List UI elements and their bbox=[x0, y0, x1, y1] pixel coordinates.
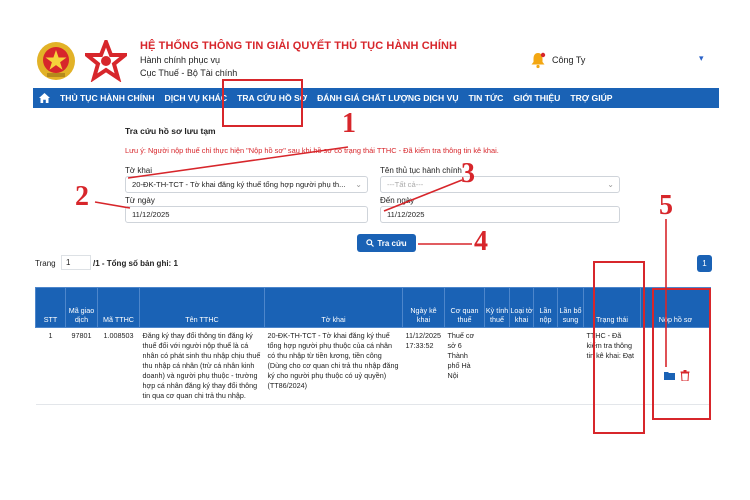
tokhai-value: 20-ĐK-TH-TCT - Tờ khai đăng ký thuế tổng… bbox=[132, 180, 346, 189]
search-button[interactable]: Tra cứu bbox=[357, 234, 416, 252]
system-agency: Cục Thuế - Bộ Tài chính bbox=[140, 68, 238, 78]
cell-to-khai: 20-ĐK-TH-TCT - Tờ khai đăng ký thuế tổng… bbox=[264, 327, 403, 405]
search-icon bbox=[366, 239, 375, 247]
to-date-value: 11/12/2025 bbox=[387, 210, 425, 219]
cell-stt: 1 bbox=[35, 327, 66, 405]
cell-co-quan: Thuế cơ sở 6 Thành phố Hà Nội bbox=[444, 327, 485, 405]
form-title: Tra cứu hồ sơ lưu tạm bbox=[125, 126, 216, 136]
from-date-value: 11/12/2025 bbox=[132, 210, 170, 219]
cell-ky-tinh bbox=[484, 327, 510, 405]
col-lan-nop: Lần nộp bbox=[533, 287, 558, 328]
tthc-select[interactable]: ---Tất cả--- ⌄ bbox=[380, 176, 620, 193]
cell-loai bbox=[509, 327, 534, 405]
annotation-number-3: 3 bbox=[461, 158, 475, 189]
tokhai-label: Tờ khai bbox=[125, 166, 153, 175]
col-loai-to-khai: Loại tờ khai bbox=[509, 287, 534, 328]
callout-box-nav bbox=[222, 79, 303, 127]
to-date-label: Đến ngày bbox=[380, 196, 415, 205]
from-date-input[interactable]: 11/12/2025 bbox=[125, 206, 368, 223]
home-icon[interactable] bbox=[33, 88, 55, 108]
search-button-label: Tra cứu bbox=[377, 238, 407, 248]
page-number-input[interactable]: 1 bbox=[61, 255, 91, 270]
bell-icon[interactable] bbox=[529, 51, 547, 69]
cell-ma-gd: 97801 bbox=[65, 327, 98, 405]
cell-lan-bs bbox=[557, 327, 584, 405]
user-menu-caret-icon[interactable]: ▾ bbox=[699, 53, 704, 64]
annotation-number-4: 4 bbox=[474, 226, 488, 257]
nav-danh-gia-chat-luong[interactable]: ĐÁNH GIÁ CHẤT LƯỢNG DỊCH VỤ bbox=[312, 88, 463, 108]
user-name[interactable]: Công Ty bbox=[552, 55, 585, 65]
from-date-label: Từ ngày bbox=[125, 196, 155, 205]
system-subtitle: Hành chính phục vụ bbox=[140, 55, 221, 65]
col-stt: STT bbox=[35, 287, 66, 328]
col-to-khai: Tờ khai bbox=[264, 287, 403, 328]
col-ma-giao-dich: Mã giao dịch bbox=[65, 287, 98, 328]
national-emblem-icon bbox=[37, 42, 75, 80]
col-ngay-ke-khai: Ngày kê khai bbox=[402, 287, 445, 328]
col-co-quan-thue: Cơ quan thuế bbox=[444, 287, 485, 328]
tokhai-select[interactable]: 20-ĐK-TH-TCT - Tờ khai đăng ký thuế tổng… bbox=[125, 176, 368, 193]
col-ten-tthc: Tên TTHC bbox=[139, 287, 265, 328]
callout-box-status bbox=[593, 261, 645, 434]
to-date-input[interactable]: 11/12/2025 bbox=[380, 206, 620, 223]
page-badge[interactable]: 1 bbox=[697, 255, 712, 272]
cell-ngay: 11/12/2025 17:33:52 bbox=[402, 327, 445, 405]
callout-box-submit bbox=[652, 288, 711, 420]
annotation-number-5: 5 bbox=[659, 190, 673, 221]
tthc-label: Tên thủ tục hành chính bbox=[380, 166, 462, 175]
col-lan-bo-sung: Lần bổ sung bbox=[557, 287, 584, 328]
system-title: HỆ THỐNG THÔNG TIN GIẢI QUYẾT THỦ TỤC HÀ… bbox=[140, 40, 458, 52]
chevron-down-icon: ⌄ bbox=[607, 180, 614, 189]
col-ky-tinh-thue: Kỳ tính thuế bbox=[484, 287, 510, 328]
annotation-number-2: 2 bbox=[75, 181, 89, 212]
tax-logo-icon bbox=[85, 40, 127, 82]
nav-gioi-thieu[interactable]: GIỚI THIỆU bbox=[508, 88, 565, 108]
cell-ma-tthc: 1.008503 bbox=[97, 327, 140, 405]
warning-note: Lưu ý: Người nộp thuế chỉ thực hiện "Nộp… bbox=[125, 146, 499, 155]
nav-tin-tuc[interactable]: TIN TỨC bbox=[464, 88, 509, 108]
nav-thu-tuc-hanh-chinh[interactable]: THỦ TỤC HÀNH CHÍNH bbox=[55, 88, 160, 108]
tthc-placeholder: ---Tất cả--- bbox=[387, 180, 424, 189]
nav-tro-giup[interactable]: TRỢ GIÚP bbox=[565, 88, 617, 108]
pager-summary: /1 - Tổng số bản ghi: 1 bbox=[93, 259, 178, 268]
annotation-number-1: 1 bbox=[342, 108, 356, 139]
chevron-down-icon: ⌄ bbox=[355, 180, 362, 189]
pager-label: Trang bbox=[35, 259, 56, 268]
page-root: HỆ THỐNG THÔNG TIN GIẢI QUYẾT THỦ TỤC HÀ… bbox=[0, 0, 750, 500]
col-ma-tthc: Mã TTHC bbox=[97, 287, 140, 328]
cell-ten-tthc: Đăng ký thay đổi thông tin đăng ký thuế … bbox=[139, 327, 265, 405]
cell-lan-nop bbox=[533, 327, 558, 405]
main-nav: THỦ TỤC HÀNH CHÍNH DỊCH VỤ KHÁC TRA CỨU … bbox=[33, 88, 719, 108]
